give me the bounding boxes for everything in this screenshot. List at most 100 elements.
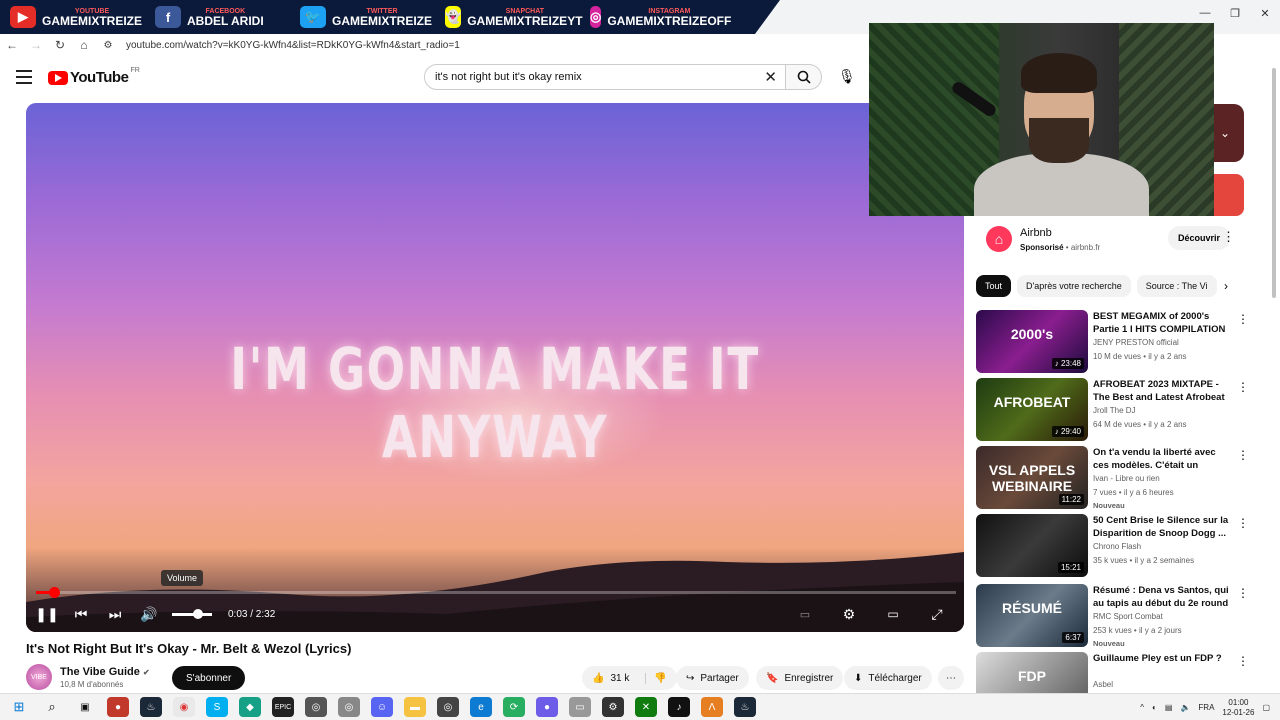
more-options-icon[interactable]: ⋮ bbox=[1237, 312, 1249, 326]
xbox-icon[interactable]: ✕ bbox=[635, 697, 657, 717]
previous-icon[interactable]: ⏮ bbox=[64, 606, 98, 623]
url-field[interactable]: youtube.com/watch?v=kK0YG-kWfn4&list=RDk… bbox=[126, 40, 460, 51]
recommendation-channel[interactable]: Asbel bbox=[1093, 680, 1113, 689]
video-thumbnail[interactable]: VSL APPELS WEBINAIRE 11:22 bbox=[976, 446, 1088, 509]
clear-search-icon[interactable]: ✕ bbox=[764, 68, 777, 86]
app-icon-6[interactable]: ⟳ bbox=[503, 697, 525, 717]
recommendation-channel[interactable]: Ivan - Libre ou rien bbox=[1093, 474, 1160, 483]
volume-icon[interactable]: 🔊 bbox=[132, 606, 166, 623]
volume-tray-icon[interactable]: 🔈 bbox=[1180, 703, 1190, 712]
progress-bar[interactable] bbox=[36, 587, 956, 598]
recommendation-title[interactable]: AFROBEAT 2023 MIXTAPE - The Best and Lat… bbox=[1093, 378, 1231, 404]
filter-chip[interactable]: D'après votre recherche bbox=[1017, 275, 1131, 297]
more-options-icon[interactable]: ⋮ bbox=[1237, 516, 1249, 530]
steam-icon[interactable]: ♨ bbox=[140, 697, 162, 717]
forward-icon[interactable]: → bbox=[24, 38, 48, 52]
back-icon[interactable]: ← bbox=[0, 38, 24, 52]
app-icon-9[interactable]: ⚙ bbox=[602, 697, 624, 717]
more-actions-button[interactable]: ⋯ bbox=[938, 666, 964, 690]
video-thumbnail[interactable]: AFROBEAT ♪ 29:40 bbox=[976, 378, 1088, 441]
recommendation-channel[interactable]: RMC Sport Combat bbox=[1093, 612, 1163, 621]
pause-icon[interactable]: ❚❚ bbox=[30, 606, 64, 623]
microphone-icon[interactable]: 🎙 bbox=[838, 68, 856, 85]
language-indicator[interactable]: FRA bbox=[1198, 703, 1214, 712]
theater-mode-icon[interactable]: ▭ bbox=[876, 607, 910, 621]
app-icon-8[interactable]: ▭ bbox=[569, 697, 591, 717]
recommendation-item[interactable]: VSL APPELS WEBINAIRE 11:22 On t'a vendu la… bbox=[976, 446, 1249, 510]
search-button[interactable] bbox=[786, 64, 822, 90]
like-button[interactable]: 👍 31 k 👎 bbox=[582, 666, 677, 690]
ad-discover-button[interactable]: Découvrir bbox=[1168, 226, 1231, 250]
more-options-icon[interactable]: ⋮ bbox=[1237, 380, 1249, 394]
save-button[interactable]: 🔖 Enregistrer bbox=[756, 666, 844, 690]
site-info-icon[interactable]: ⚙ bbox=[96, 40, 120, 51]
sponsored-ad[interactable]: ⌂ Airbnb Sponsorisé • airbnb.fr Découvri… bbox=[986, 224, 1236, 254]
search-taskbar-icon[interactable]: ⌕ bbox=[41, 697, 63, 717]
ad-more-icon[interactable]: ⋮ bbox=[1222, 229, 1235, 245]
home-icon[interactable]: ⌂ bbox=[72, 38, 96, 52]
app-icon-10[interactable]: Λ bbox=[701, 697, 723, 717]
recommendation-title[interactable]: BEST MEGAMIX of 2000's Partie 1 I HITS C… bbox=[1093, 310, 1231, 336]
channel-name[interactable]: The Vibe Guide ✔ bbox=[60, 666, 150, 678]
video-thumbnail[interactable]: 15:21 bbox=[976, 514, 1088, 577]
network-icon[interactable]: ▤ bbox=[1165, 703, 1173, 712]
app-icon-7[interactable]: ● bbox=[536, 697, 558, 717]
task-view-icon[interactable]: ▣ bbox=[74, 697, 96, 717]
video-player[interactable]: I'M GONNA MAKE IT ANYWAY Volume ❚❚ ⏮ ⏭ 🔊… bbox=[26, 103, 964, 632]
search-input[interactable]: it's not right but it's okay remix ✕ bbox=[424, 64, 786, 90]
restore-button[interactable]: ❐ bbox=[1220, 0, 1250, 26]
recommendation-title[interactable]: 50 Cent Brise le Silence sur la Disparit… bbox=[1093, 514, 1231, 540]
scrollbar-thumb[interactable] bbox=[1272, 68, 1276, 298]
filter-chip[interactable]: Tout bbox=[976, 275, 1012, 297]
close-window-button[interactable]: ✕ bbox=[1250, 0, 1280, 26]
start-icon[interactable]: ⊞ bbox=[8, 697, 30, 717]
next-icon[interactable]: ⏭ bbox=[98, 606, 132, 623]
fullscreen-icon[interactable]: ⤢ bbox=[920, 606, 954, 623]
share-button[interactable]: ↪ Partager bbox=[676, 666, 749, 690]
app-icon-3[interactable]: ◎ bbox=[305, 697, 327, 717]
recommendation-channel[interactable]: JENY PRESTON official bbox=[1093, 338, 1179, 347]
recommendation-channel[interactable]: Chrono Flash bbox=[1093, 542, 1141, 551]
youtube-logo[interactable]: YouTube FR bbox=[48, 67, 140, 86]
app-icon-5[interactable]: ◎ bbox=[437, 697, 459, 717]
settings-icon[interactable]: ⚙ bbox=[832, 606, 866, 623]
tray-chevron-icon[interactable]: ^ bbox=[1140, 703, 1144, 712]
page-scrollbar[interactable] bbox=[1270, 58, 1278, 693]
epic-games-icon[interactable]: EPIC bbox=[272, 697, 294, 717]
recommendation-channel[interactable]: Jroll The DJ bbox=[1093, 406, 1136, 415]
channel-avatar[interactable]: VIBE bbox=[26, 664, 52, 690]
menu-icon[interactable] bbox=[16, 70, 32, 88]
more-options-icon[interactable]: ⋮ bbox=[1237, 448, 1249, 462]
discord-icon[interactable]: ☺ bbox=[371, 697, 393, 717]
chrome-icon[interactable]: ◉ bbox=[173, 697, 195, 717]
steam-icon-2[interactable]: ♨ bbox=[734, 697, 756, 717]
app-icon-1[interactable]: ● bbox=[107, 697, 129, 717]
clock[interactable]: 01:00 12-01-26 bbox=[1222, 698, 1254, 718]
recommendation-title[interactable]: On t'a vendu la liberté avec ces modèles… bbox=[1093, 446, 1231, 472]
app-icon-4[interactable]: ◎ bbox=[338, 697, 360, 717]
filter-chip[interactable]: Source : The Vi bbox=[1136, 275, 1217, 297]
video-thumbnail[interactable]: RÉSUMÉ 6:37 bbox=[976, 584, 1088, 647]
tray-app-icon[interactable]: ◐ bbox=[1152, 703, 1157, 712]
video-thumbnail[interactable]: 2000's ♪ 23:48 bbox=[976, 310, 1088, 373]
recommendation-title[interactable]: Guillaume Pley est un FDP ? bbox=[1093, 652, 1231, 665]
skype-icon[interactable]: S bbox=[206, 697, 228, 717]
edge-icon[interactable]: e bbox=[470, 697, 492, 717]
recommendation-item[interactable]: RÉSUMÉ 6:37 Résumé : Dena vs Santos, qui a… bbox=[976, 584, 1249, 648]
tiktok-icon[interactable]: ♪ bbox=[668, 697, 690, 717]
recommendation-item[interactable]: 2000's ♪ 23:48 BEST MEGAMIX of 2000's Part… bbox=[976, 310, 1249, 374]
more-options-icon[interactable]: ⋮ bbox=[1237, 654, 1249, 668]
app-icon-2[interactable]: ◆ bbox=[239, 697, 261, 717]
recommendation-item[interactable]: AFROBEAT ♪ 29:40 AFROBEAT 2023 MIXTAPE - T… bbox=[976, 378, 1249, 442]
reload-icon[interactable]: ↻ bbox=[48, 38, 72, 52]
volume-slider[interactable] bbox=[172, 608, 212, 619]
volume-knob[interactable] bbox=[193, 608, 203, 619]
download-button[interactable]: ⬇ Télécharger bbox=[844, 666, 932, 690]
notification-icon[interactable]: ▢ bbox=[1262, 703, 1270, 712]
chevron-down-icon[interactable]: ⌄ bbox=[1220, 126, 1230, 140]
recommendation-title[interactable]: Résumé : Dena vs Santos, qui au tapis au… bbox=[1093, 584, 1231, 610]
recommendation-item[interactable]: 15:21 50 Cent Brise le Silence sur la Dis… bbox=[976, 514, 1249, 578]
chevron-right-icon[interactable]: › bbox=[1224, 279, 1228, 293]
thumbs-down-icon[interactable]: 👎 bbox=[645, 672, 667, 684]
file-explorer-icon[interactable]: ▬ bbox=[404, 697, 426, 717]
